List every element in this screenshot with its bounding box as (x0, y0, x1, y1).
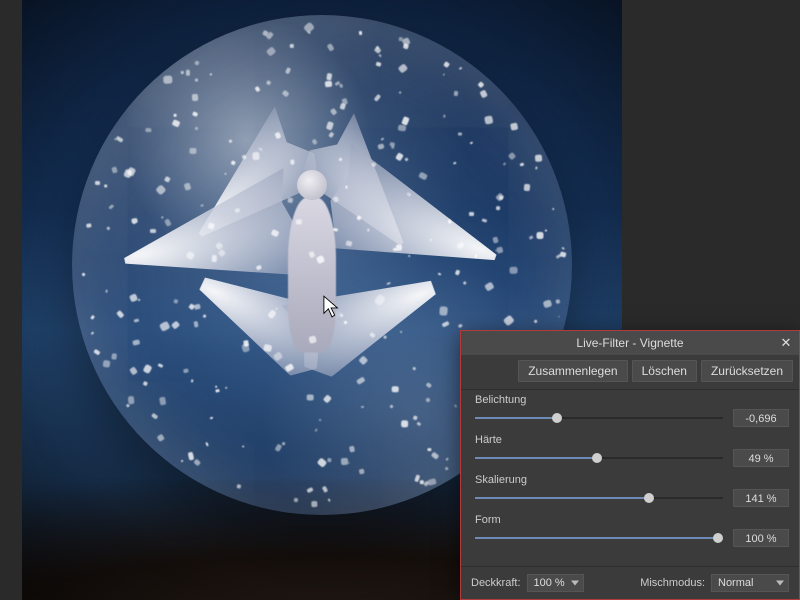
dialog-title-text: Live-Filter - Vignette (576, 336, 683, 350)
chevron-down-icon (776, 581, 784, 586)
hardness-slider[interactable] (475, 451, 723, 465)
blendmode-label: Mischmodus: (640, 577, 705, 589)
param-hardness: Härte 49 % (475, 434, 789, 467)
shape-slider[interactable] (475, 531, 723, 545)
exposure-slider[interactable] (475, 411, 723, 425)
dialog-body: Belichtung -0,696 Härte 49 % (461, 390, 799, 566)
exposure-value-field[interactable]: -0,696 (733, 409, 789, 427)
vignette-filter-dialog[interactable]: Live-Filter - Vignette ✕ Zusammenlegen L… (460, 330, 800, 600)
hardness-value-field[interactable]: 49 % (733, 449, 789, 467)
exposure-label: Belichtung (475, 394, 789, 406)
delete-button[interactable]: Löschen (632, 360, 697, 382)
opacity-label: Deckkraft: (471, 577, 521, 589)
param-shape: Form 100 % (475, 514, 789, 547)
reset-button[interactable]: Zurücksetzen (701, 360, 793, 382)
dialog-action-bar: Zusammenlegen Löschen Zurücksetzen (461, 355, 799, 390)
hardness-label: Härte (475, 434, 789, 446)
scale-label: Skalierung (475, 474, 789, 486)
close-icon: ✕ (781, 335, 792, 351)
opacity-select[interactable]: 100 % (527, 574, 584, 592)
blendmode-value: Normal (718, 577, 753, 589)
param-exposure: Belichtung -0,696 (475, 394, 789, 427)
dialog-titlebar[interactable]: Live-Filter - Vignette ✕ (461, 331, 799, 355)
param-scale: Skalierung 141 % (475, 474, 789, 507)
opacity-value: 100 % (534, 577, 565, 589)
scale-slider[interactable] (475, 491, 723, 505)
scale-value-field[interactable]: 141 % (733, 489, 789, 507)
close-button[interactable]: ✕ (777, 334, 795, 352)
shape-label: Form (475, 514, 789, 526)
chevron-down-icon (571, 581, 579, 586)
shape-value-field[interactable]: 100 % (733, 529, 789, 547)
blendmode-select[interactable]: Normal (711, 574, 789, 592)
dialog-footer: Deckkraft: 100 % Mischmodus: Normal (461, 566, 799, 599)
merge-button[interactable]: Zusammenlegen (518, 360, 627, 382)
